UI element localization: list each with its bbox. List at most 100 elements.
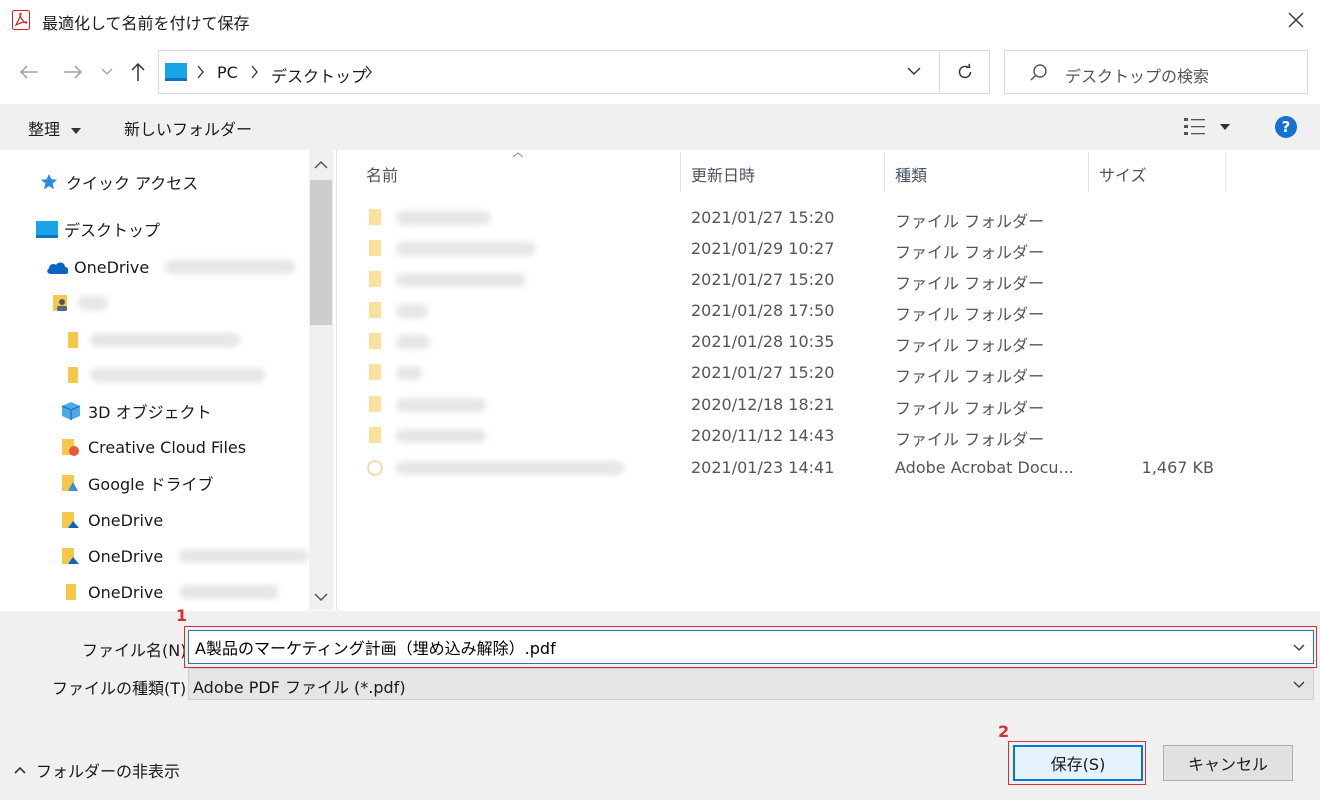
chevron-down-icon	[1293, 681, 1305, 688]
file-row[interactable]: 2020/12/18 18:21 ファイル フォルダー	[352, 390, 1226, 420]
file-row[interactable]: 2021/01/27 15:20 ファイル フォルダー	[352, 265, 1226, 295]
file-row[interactable]: 2021/01/27 15:20 ファイル フォルダー	[352, 203, 1226, 233]
file-date: 2021/01/27 15:20	[691, 363, 835, 382]
acrobat-icon	[12, 10, 30, 30]
column-name[interactable]: 名前	[366, 162, 398, 186]
file-date: 2021/01/23 14:41	[691, 458, 835, 477]
file-row[interactable]: 2021/01/29 10:27 ファイル フォルダー	[352, 234, 1226, 264]
redacted-text	[90, 333, 240, 347]
column-divider[interactable]	[680, 152, 681, 192]
navigation-pane[interactable]: クイック アクセス デスクトップ OneDrive 3D オブジェクト Crea…	[0, 150, 337, 610]
file-row[interactable]: 2021/01/28 10:35 ファイル フォルダー	[352, 327, 1226, 357]
file-type: ファイル フォルダー	[895, 430, 1045, 449]
file-type: ファイル フォルダー	[895, 336, 1045, 355]
window-title: 最適化して名前を付けて保存	[42, 14, 250, 33]
breadcrumb-desktop[interactable]: デスクトップ	[271, 63, 367, 87]
search-icon	[1030, 64, 1047, 81]
organize-button[interactable]: 整理	[28, 116, 82, 140]
refresh-button[interactable]	[940, 50, 990, 94]
nav-folder[interactable]	[62, 325, 240, 355]
nav-desktop[interactable]: デスクトップ	[36, 214, 160, 244]
file-type: ファイル フォルダー	[895, 305, 1045, 324]
column-type[interactable]: 種類	[895, 162, 927, 186]
up-button[interactable]	[124, 57, 152, 87]
column-divider[interactable]	[884, 152, 885, 192]
new-folder-button[interactable]: 新しいフォルダー	[124, 116, 252, 140]
redacted-name	[396, 429, 486, 443]
nav-creative-cloud[interactable]: Creative Cloud Files	[60, 432, 246, 462]
nav-label: Google ドライブ	[88, 475, 214, 494]
file-type: ファイル フォルダー	[895, 399, 1045, 418]
cancel-button[interactable]: キャンセル	[1163, 745, 1293, 781]
nav-quick-access[interactable]: クイック アクセス	[38, 167, 198, 197]
chevron-right-icon[interactable]	[365, 65, 373, 79]
nav-label: OneDrive	[88, 510, 164, 530]
redacted-text	[179, 585, 280, 599]
nav-onedrive-folder[interactable]: OneDrive	[60, 505, 163, 535]
help-icon[interactable]: ?	[1274, 115, 1298, 139]
column-date[interactable]: 更新日時	[691, 162, 755, 186]
forward-button[interactable]	[58, 57, 88, 87]
save-button[interactable]: 保存(S)	[1013, 745, 1143, 781]
cube-icon	[61, 402, 81, 420]
chevron-up-icon	[14, 766, 26, 774]
file-row[interactable]: 2021/01/28 17:50 ファイル フォルダー	[352, 296, 1226, 326]
column-divider[interactable]	[1225, 152, 1226, 192]
chevron-down-icon[interactable]	[907, 67, 921, 76]
nav-onedrive-folder[interactable]: OneDrive	[60, 577, 280, 607]
hide-folders-button[interactable]: フォルダーの非表示	[14, 758, 180, 782]
redacted-name	[396, 461, 624, 475]
folder-icon	[369, 427, 381, 443]
filename-input[interactable]	[189, 631, 1291, 663]
redacted-name	[396, 242, 536, 256]
view-options-icon[interactable]	[1184, 116, 1206, 138]
nav-onedrive[interactable]: OneDrive	[46, 252, 296, 282]
folder-icon	[369, 333, 381, 349]
recent-locations-button[interactable]	[96, 57, 118, 87]
folder-icon	[68, 332, 78, 348]
folder-icon	[369, 271, 381, 287]
file-type: Adobe Acrobat Docu...	[895, 458, 1074, 477]
file-row[interactable]: 2020/11/12 14:43 ファイル フォルダー	[352, 421, 1226, 451]
file-date: 2021/01/28 17:50	[691, 301, 835, 320]
column-divider[interactable]	[1088, 152, 1089, 192]
nav-3d-objects[interactable]: 3D オブジェクト	[60, 396, 212, 426]
nav-onedrive-folder[interactable]: OneDrive	[60, 541, 310, 571]
back-button[interactable]	[14, 57, 44, 87]
column-size[interactable]: サイズ	[1099, 162, 1147, 186]
svg-text:?: ?	[1282, 118, 1291, 136]
address-bar[interactable]: PC デスクトップ	[158, 50, 940, 94]
folder-icon	[369, 396, 381, 412]
folder-icon	[369, 364, 381, 380]
close-icon	[1288, 12, 1304, 28]
nav-google-drive[interactable]: Google ドライブ	[60, 468, 214, 498]
file-date: 2021/01/28 10:35	[691, 332, 835, 351]
file-row[interactable]: 2021/01/27 15:20 ファイル フォルダー	[352, 358, 1226, 388]
file-date: 2021/01/27 15:20	[691, 270, 835, 289]
annotation-number-2: 2	[998, 722, 1010, 741]
redacted-name	[396, 366, 422, 380]
file-type: ファイル フォルダー	[895, 367, 1045, 386]
scroll-down-icon[interactable]	[314, 592, 328, 602]
close-button[interactable]	[1276, 4, 1316, 36]
scroll-up-icon[interactable]	[314, 160, 328, 170]
search-input[interactable]: デスクトップの検索	[1004, 50, 1308, 94]
nav-user-folder[interactable]	[50, 288, 108, 318]
chevron-down-icon[interactable]	[1293, 644, 1305, 652]
redacted-name	[396, 211, 491, 225]
filename-field[interactable]	[188, 630, 1314, 664]
chevron-right-icon	[251, 65, 258, 79]
filetype-select[interactable]: Adobe PDF ファイル (*.pdf)	[188, 668, 1314, 700]
filetype-label: ファイルの種類(T):	[52, 679, 192, 698]
folder-icon	[68, 367, 78, 383]
folder-icon	[369, 240, 381, 256]
breadcrumb-pc[interactable]: PC	[217, 63, 238, 82]
nav-scrollbar-thumb[interactable]	[310, 180, 332, 325]
view-dropdown-icon[interactable]	[1220, 124, 1230, 130]
nav-folder[interactable]	[62, 360, 265, 390]
desktop-icon	[36, 220, 58, 238]
cloud-icon	[47, 262, 68, 274]
file-type: ファイル フォルダー	[895, 274, 1045, 293]
file-row[interactable]: 2021/01/23 14:41 Adobe Acrobat Docu... 1…	[352, 453, 1226, 483]
redacted-text	[90, 368, 265, 382]
